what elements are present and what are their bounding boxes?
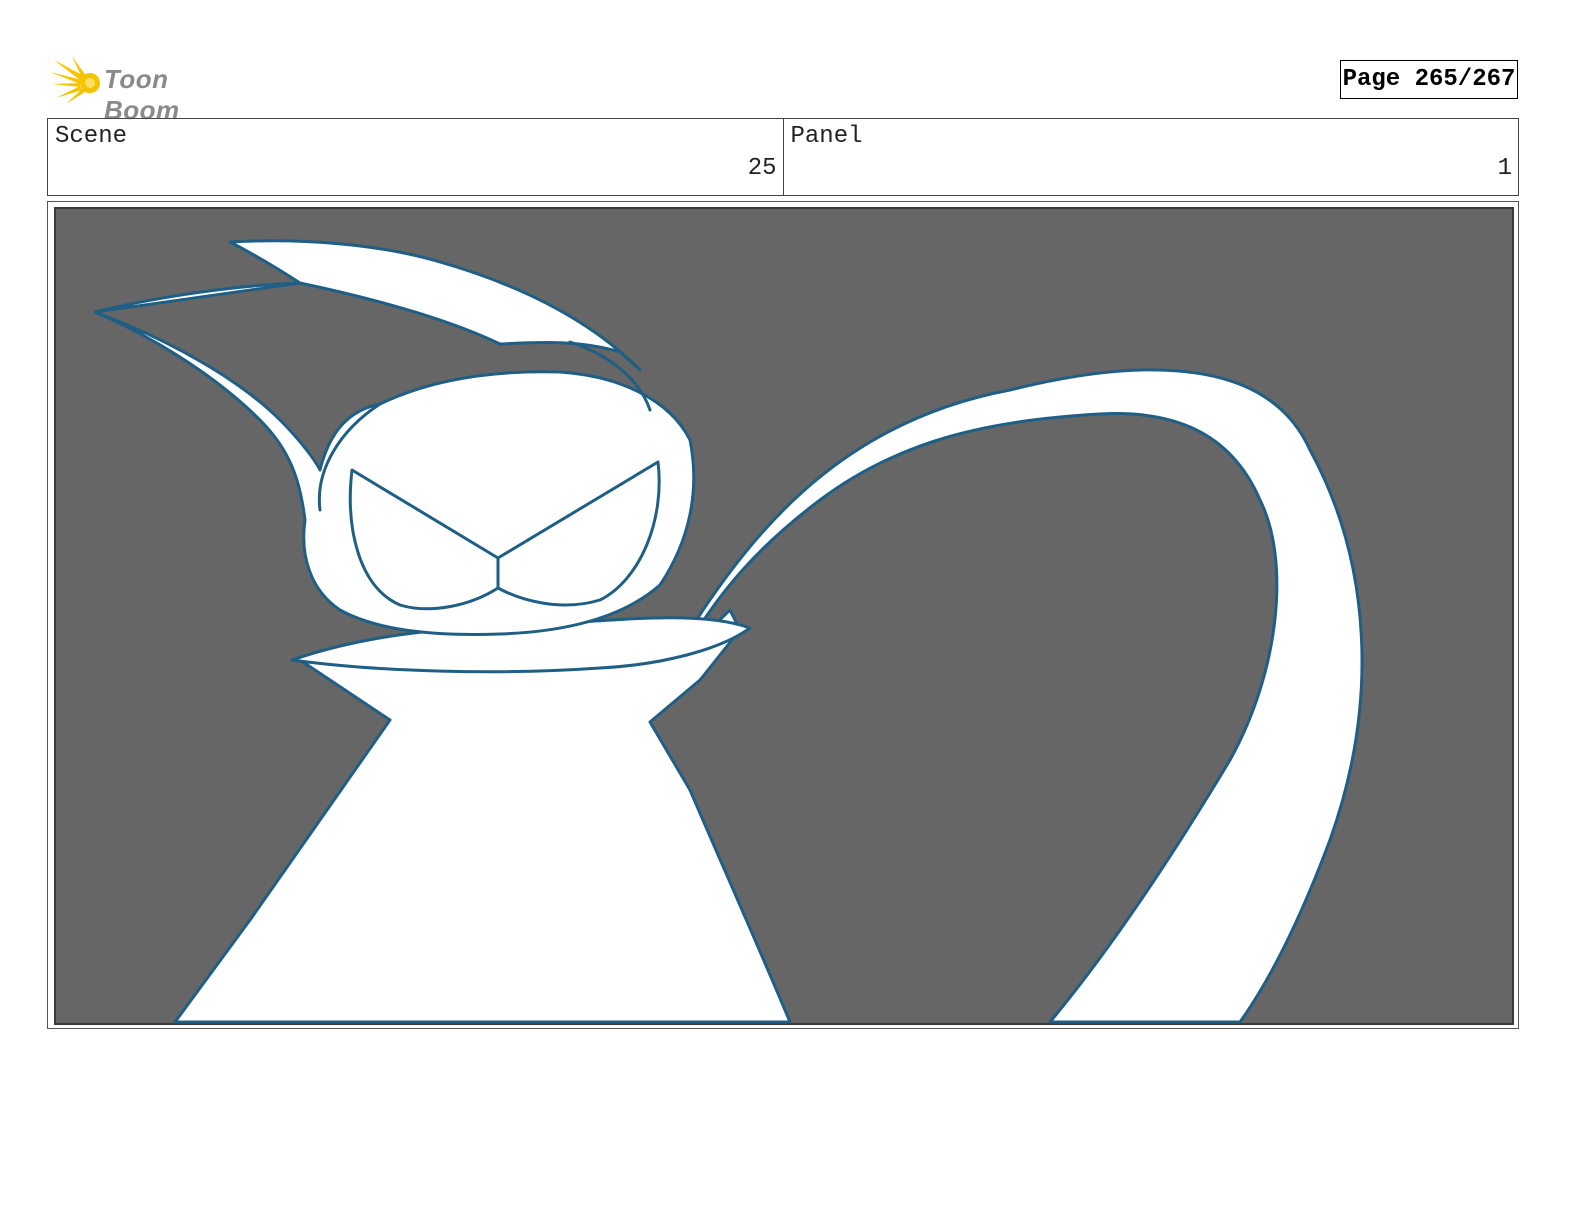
page-indicator: Page 265/267 — [1340, 60, 1518, 99]
toon-boom-logo: Toon Boom — [50, 54, 250, 125]
scene-panel-info: Scene 25 Panel 1 — [47, 118, 1519, 196]
scene-number: 25 — [747, 155, 777, 182]
sun-burst-icon — [50, 56, 100, 104]
panel-number: 1 — [1497, 155, 1512, 182]
storyboard-panel-drawing — [54, 207, 1514, 1025]
scene-label: Scene — [55, 123, 128, 150]
panel-label: Panel — [790, 123, 863, 150]
panel-cell: Panel 1 — [782, 119, 1519, 195]
scene-cell: Scene 25 — [48, 119, 783, 195]
logo-text: Toon Boom — [104, 64, 180, 125]
